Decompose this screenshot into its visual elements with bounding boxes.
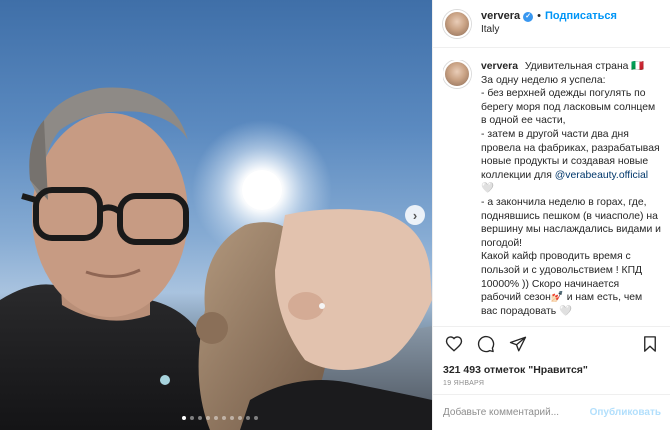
carousel-dot — [214, 416, 218, 420]
avatar[interactable] — [443, 9, 471, 38]
post-actions — [433, 326, 670, 360]
like-button[interactable] — [443, 333, 465, 355]
publish-button[interactable]: Опубликовать — [590, 407, 661, 418]
caption-mention-link[interactable]: @verabeauty.official — [555, 170, 648, 181]
carousel-dot — [230, 416, 234, 420]
carousel-dot — [246, 416, 250, 420]
caption-text-part2: 🤍 - а закончила неделю в горах, где, под… — [481, 183, 661, 317]
verified-badge-icon: ✓ — [523, 12, 534, 23]
carousel-dot — [190, 416, 194, 420]
header-username[interactable]: ververa — [481, 10, 520, 24]
caption-text-part1: Удивительная страна 🇮🇹 За одну неделю я … — [481, 61, 660, 181]
bookmark-icon — [644, 335, 656, 352]
comment-bar: Опубликовать — [433, 394, 670, 430]
share-button[interactable] — [507, 333, 529, 355]
carousel-dot — [198, 416, 202, 420]
post-photo[interactable]: › — [0, 0, 432, 430]
header-separator: • — [537, 10, 542, 23]
caption-avatar[interactable] — [443, 60, 471, 88]
post-caption: ververa Удивительная страна 🇮🇹 За одну н… — [443, 60, 665, 324]
post-sidebar: ververa ✓ • Подписаться Italy ververa Уд… — [432, 0, 670, 430]
comment-icon — [477, 335, 495, 352]
post-date[interactable]: 19 ЯНВАРЯ — [443, 380, 484, 387]
next-photo-button[interactable]: › — [405, 205, 425, 225]
likes-count[interactable]: 321 493 отметок "Нравится" — [443, 364, 588, 376]
caption-username[interactable]: ververa — [481, 61, 518, 72]
follow-button[interactable]: Подписаться — [545, 10, 617, 24]
carousel-dot — [206, 416, 210, 420]
photo-illustration — [0, 87, 432, 430]
carousel-dot — [222, 416, 226, 420]
location-link[interactable]: Italy — [481, 24, 617, 37]
comment-input[interactable] — [443, 407, 584, 418]
carousel-dot — [254, 416, 258, 420]
post-header: ververa ✓ • Подписаться Italy — [433, 0, 670, 48]
share-icon — [509, 336, 527, 351]
save-button[interactable] — [639, 333, 661, 355]
comment-button[interactable] — [475, 333, 497, 355]
carousel-dot — [238, 416, 242, 420]
heart-icon — [445, 335, 463, 352]
carousel-dot — [182, 416, 186, 420]
carousel-dots — [182, 416, 258, 420]
